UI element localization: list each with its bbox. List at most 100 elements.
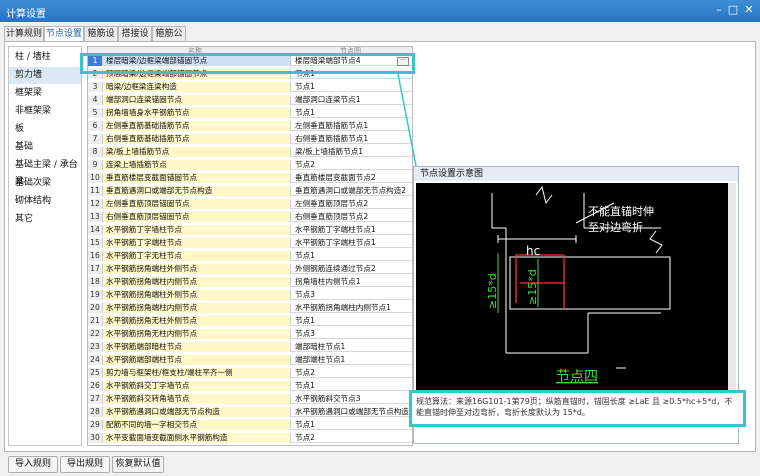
restore-defaults-button[interactable]: 恢复默认值: [112, 456, 164, 473]
table-row[interactable]: 15 水平钢筋丁字端柱节点 水平钢筋丁字端柱节点1: [88, 238, 412, 248]
window-title: 计算设置: [6, 9, 46, 20]
category-item-foundation[interactable]: 基础: [9, 139, 81, 156]
row-name-cell: 水平变截面墙变截面侧水平钢筋构造: [103, 433, 291, 443]
category-item-foundation-main-beam[interactable]: 基础主梁 / 承台梁: [9, 157, 81, 187]
category-item-column[interactable]: 柱 / 墙柱: [9, 49, 81, 66]
row-name-cell: 左侧垂直筋顶层锚固节点: [103, 199, 291, 209]
row-value-cell[interactable]: 水平钢筋丁字端柱节点1: [292, 238, 412, 248]
table-row[interactable]: 24 水平钢筋端部端柱节点 端部端柱节点1: [88, 355, 412, 365]
table-row[interactable]: 16 水平钢筋丁字无柱节点 节点1: [88, 251, 412, 261]
table-row[interactable]: 29 配筋不同的墙一字相交节点 节点1: [88, 420, 412, 430]
row-value-cell[interactable]: 端部暗柱节点1: [292, 342, 412, 352]
row-number: 16: [88, 251, 103, 261]
row-value-cell[interactable]: 梁/板上墙插筋节点1: [292, 147, 412, 157]
row-name-cell: 梁/板上墙插筋节点: [103, 147, 291, 157]
row-number: 29: [88, 420, 103, 430]
tab-lap-settings[interactable]: 搭接设置: [118, 26, 152, 53]
category-item-other[interactable]: 其它: [9, 211, 81, 228]
row-value-cell[interactable]: 右侧垂直筋顶层节点2: [292, 212, 412, 222]
table-row[interactable]: 21 水平钢筋拐角无柱外侧节点 节点1: [88, 316, 412, 326]
row-value-cell[interactable]: 节点2: [292, 160, 412, 170]
maximize-icon[interactable]: □: [726, 3, 740, 17]
row-value-cell[interactable]: 节点2: [292, 433, 412, 443]
table-row[interactable]: 28 水平钢筋遇洞口或端部无节点构造 水平钢筋遇洞口或端部无节点构造2: [88, 407, 412, 417]
table-row[interactable]: 11 垂直筋遇洞口或端部无节点构造 垂直筋遇洞口或端部无节点构造2: [88, 186, 412, 196]
rule-description: 规范算法：来源16G101-1第79页；纵筋直锚时，锚固长度 ≥LaE 且 ≥0…: [409, 390, 746, 427]
table-row[interactable]: 9 连梁上墙插筋节点 节点2: [88, 160, 412, 170]
category-item-slab[interactable]: 板: [9, 121, 81, 138]
row-value-cell[interactable]: 水平钢筋丁字端柱节点1: [292, 225, 412, 235]
row-value-cell[interactable]: 左侧垂直筋顶层节点2: [292, 199, 412, 209]
table-row[interactable]: 19 水平钢筋拐角端柱外侧节点 节点3: [88, 290, 412, 300]
row-value-cell[interactable]: 垂直筋遇洞口或端部无节点构造2: [292, 186, 412, 196]
import-rules-button[interactable]: 导入规则: [8, 456, 58, 473]
row-name-cell: 水平钢筋端部端柱节点: [103, 355, 291, 365]
minimize-icon[interactable]: –: [712, 3, 726, 17]
row-name-cell: 连梁上墙插筋节点: [103, 160, 291, 170]
table-row[interactable]: 5 拐角墙墙身水平钢筋节点 节点1: [88, 108, 412, 118]
category-item-non-frame-beam[interactable]: 非框架梁: [9, 103, 81, 120]
table-row[interactable]: 6 左侧垂直筋基础插筋节点 左侧垂直筋插筋节点1: [88, 121, 412, 131]
row-value-cell[interactable]: 节点3: [292, 290, 412, 300]
dim-outer-label: ≥15*d: [486, 273, 499, 309]
row-value-cell[interactable]: 左侧垂直筋插筋节点1: [292, 121, 412, 131]
row-name-cell: 水平钢筋丁字端柱节点: [103, 238, 291, 248]
row-value-cell[interactable]: 节点1: [292, 316, 412, 326]
row-value-cell[interactable]: 右侧垂直筋插筋节点1: [292, 134, 412, 144]
category-item-frame-beam[interactable]: 框架梁: [9, 85, 81, 102]
row-value-cell[interactable]: 节点3: [292, 329, 412, 339]
row-value-cell[interactable]: 节点1: [292, 251, 412, 261]
row-number: 20: [88, 303, 103, 313]
tab-stirrup-formula[interactable]: 箍筋公式: [152, 26, 186, 53]
preview-title: 节点设置示意图: [414, 167, 738, 181]
row-value-cell[interactable]: 端部洞口连梁节点1: [292, 95, 412, 105]
table-row[interactable]: 18 水平钢筋拐角端柱内侧节点 拐角墙柱内侧节点1: [88, 277, 412, 287]
table-row[interactable]: 22 水平钢筋拐角无柱内侧节点 节点3: [88, 329, 412, 339]
row-value-cell[interactable]: 端部端柱节点1: [292, 355, 412, 365]
tab-node-settings[interactable]: 节点设置: [44, 26, 84, 42]
preview-scrollbar[interactable]: [728, 183, 736, 393]
table-row[interactable]: 7 右侧垂直筋基础插筋节点 右侧垂直筋插筋节点1: [88, 134, 412, 144]
table-row[interactable]: 20 水平钢筋拐角端柱内侧节点 水平钢筋拐角端柱内侧节点1: [88, 303, 412, 313]
category-item-masonry[interactable]: 砌体结构: [9, 193, 81, 210]
category-item-foundation-secondary-beam[interactable]: 基础次梁: [9, 175, 81, 192]
table-row[interactable]: 27 水平钢筋斜交转角墙节点 水平钢筋斜交节点3: [88, 394, 412, 404]
selected-row-highlight: [80, 53, 415, 74]
tab-calc-rules[interactable]: 计算规则: [4, 26, 44, 41]
row-name-cell: 水平钢筋拐角端柱内侧节点: [103, 277, 291, 287]
row-value-cell[interactable]: 水平钢筋遇洞口或端部无节点构造2: [292, 407, 412, 417]
table-row[interactable]: 4 端部洞口连梁锚固节点 端部洞口连梁节点1: [88, 95, 412, 105]
row-value-cell[interactable]: 节点1: [292, 82, 412, 92]
row-number: 25: [88, 368, 103, 378]
row-value-cell[interactable]: 节点2: [292, 368, 412, 378]
table-row[interactable]: 8 梁/板上墙插筋节点 梁/板上墙插筋节点1: [88, 147, 412, 157]
tab-stirrup-settings[interactable]: 箍筋设置: [84, 26, 118, 53]
row-name-cell: 垂直筋楼层变截面锚固节点: [103, 173, 291, 183]
row-value-cell[interactable]: 垂直筋楼层变截面节点2: [292, 173, 412, 183]
row-value-cell[interactable]: 拐角墙柱内侧节点1: [292, 277, 412, 287]
table-row[interactable]: 17 水平钢筋拐角端柱外侧节点 外侧钢筋连续通过节点2: [88, 264, 412, 274]
row-number: 27: [88, 394, 103, 404]
table-row[interactable]: 13 右侧垂直筋顶层锚固节点 右侧垂直筋顶层节点2: [88, 212, 412, 222]
row-value-cell[interactable]: 节点1: [292, 420, 412, 430]
row-value-cell[interactable]: 外侧钢筋连续通过节点2: [292, 264, 412, 274]
table-row[interactable]: 23 水平钢筋端部暗柱节点 端部暗柱节点1: [88, 342, 412, 352]
close-icon[interactable]: ✕: [742, 3, 756, 17]
table-row[interactable]: 12 左侧垂直筋顶层锚固节点 左侧垂直筋顶层节点2: [88, 199, 412, 209]
category-list: 柱 / 墙柱 剪力墙 框架梁 非框架梁 板 基础 基础主梁 / 承台梁 基础次梁…: [8, 46, 82, 446]
category-item-shear-wall[interactable]: 剪力墙: [9, 67, 81, 84]
table-row[interactable]: 26 水平钢筋斜交丁字墙节点 节点1: [88, 381, 412, 391]
row-number: 26: [88, 381, 103, 391]
row-value-cell[interactable]: 水平钢筋拐角端柱内侧节点1: [292, 303, 412, 313]
row-value-cell[interactable]: 节点1: [292, 381, 412, 391]
table-row[interactable]: 30 水平变截面墙变截面侧水平钢筋构造 节点2: [88, 433, 412, 443]
table-row[interactable]: 3 暗梁/边框梁连梁构造 节点1: [88, 82, 412, 92]
row-name-cell: 水平钢筋拐角无柱外侧节点: [103, 316, 291, 326]
row-value-cell[interactable]: 节点1: [292, 108, 412, 118]
row-name-cell: 水平钢筋斜交丁字墙节点: [103, 381, 291, 391]
table-row[interactable]: 10 垂直筋楼层变截面锚固节点 垂直筋楼层变截面节点2: [88, 173, 412, 183]
table-row[interactable]: 14 水平钢筋丁字墙柱节点 水平钢筋丁字端柱节点1: [88, 225, 412, 235]
table-row[interactable]: 25 剪力墙与框架柱/框支柱/端柱平齐一侧 节点2: [88, 368, 412, 378]
row-value-cell[interactable]: 水平钢筋斜交节点3: [292, 394, 412, 404]
export-rules-button[interactable]: 导出规则: [60, 456, 110, 473]
